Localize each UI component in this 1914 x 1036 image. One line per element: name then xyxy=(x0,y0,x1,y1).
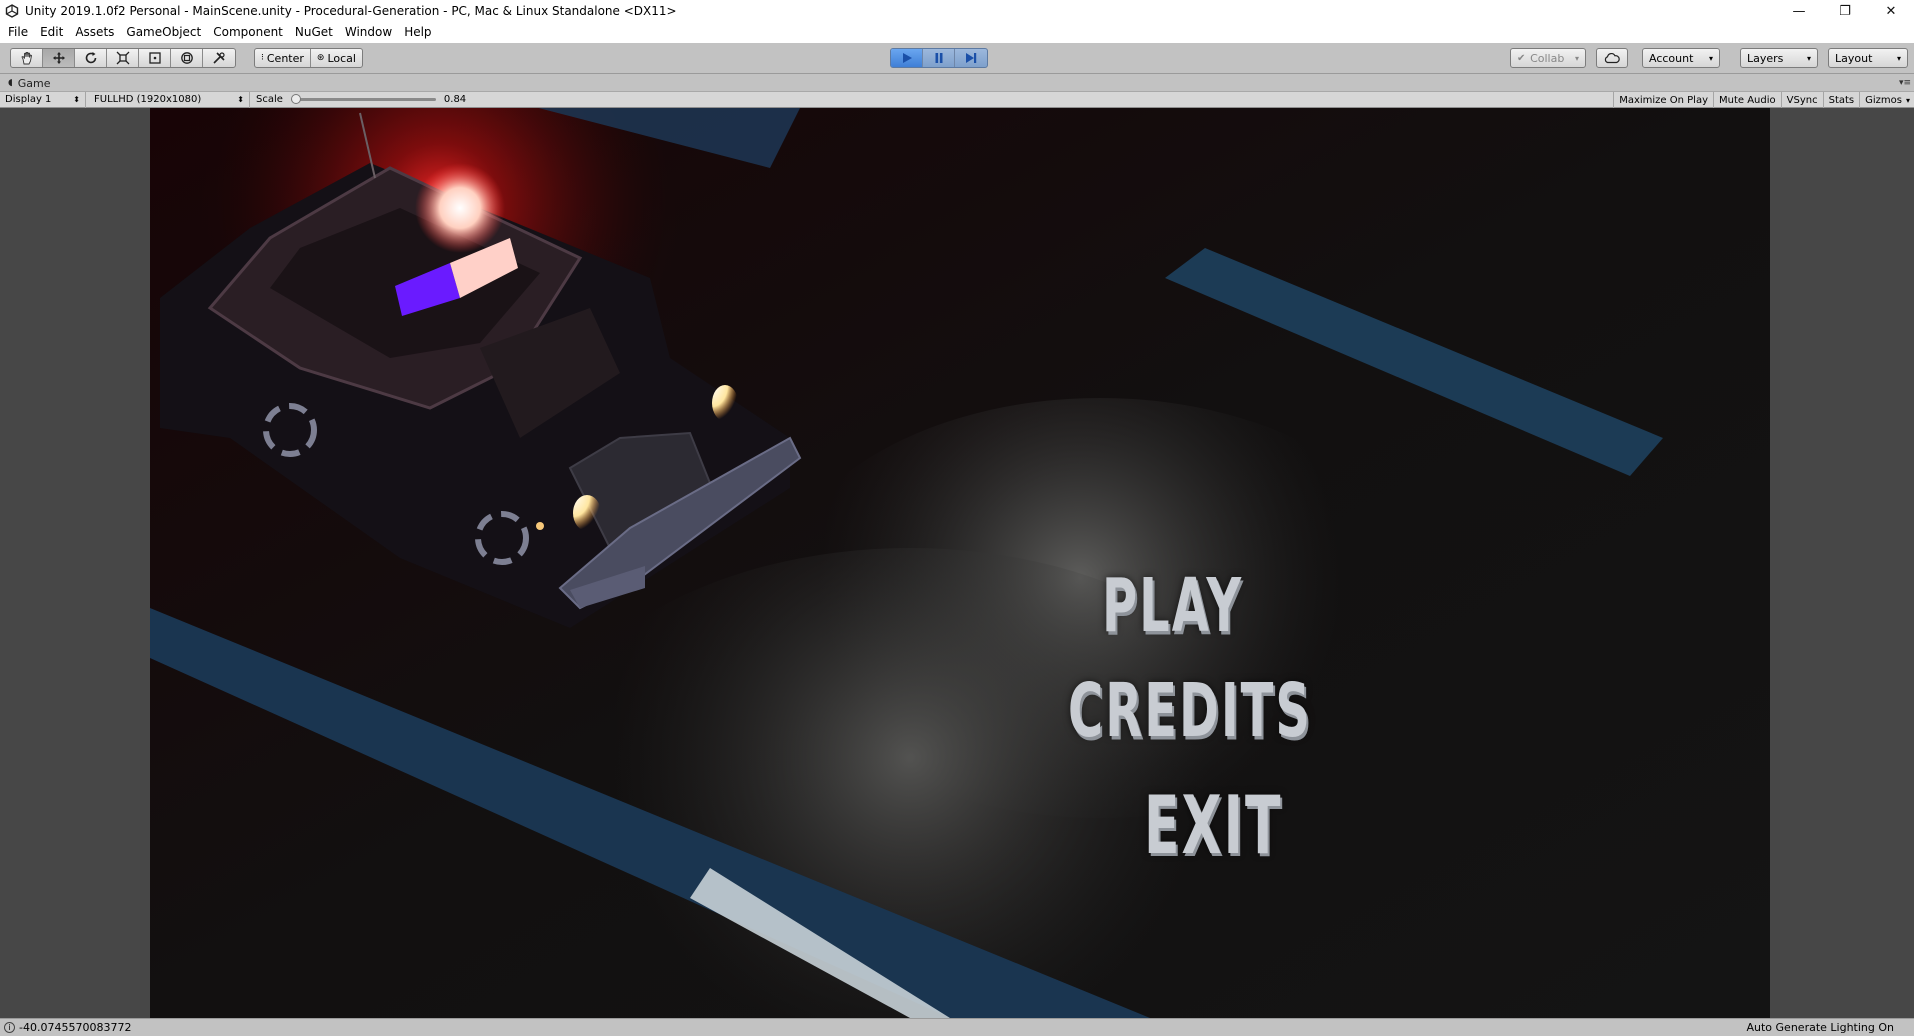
play-button[interactable] xyxy=(891,49,923,67)
stats-toggle[interactable]: Stats xyxy=(1822,92,1860,108)
chevron-down-icon: ▾ xyxy=(1574,53,1579,63)
move-tool-button[interactable] xyxy=(43,49,75,67)
restore-button[interactable]: ❐ xyxy=(1822,0,1868,22)
hand-tool-button[interactable] xyxy=(11,49,43,67)
custom-tool-icon xyxy=(213,52,225,64)
lighting-status: Auto Generate Lighting On xyxy=(1746,1021,1895,1034)
rect-tool-button[interactable] xyxy=(139,49,171,67)
window-title: Unity 2019.1.0f2 Personal - MainScene.un… xyxy=(25,4,677,18)
pause-button[interactable] xyxy=(923,49,955,67)
scale-control: Scale 0.84 xyxy=(250,94,466,105)
display-dropdown[interactable]: Display 1 ⬍ xyxy=(0,91,86,108)
menu-credits-button[interactable]: CREDITS xyxy=(1068,668,1312,755)
account-label: Account xyxy=(1649,51,1694,65)
vsync-toggle[interactable]: VSync xyxy=(1780,92,1823,108)
pivot-center-label: Center xyxy=(266,51,304,65)
chevron-down-icon: ▾ xyxy=(1896,53,1901,63)
status-bar: i -40.0745570083772 Auto Generate Lighti… xyxy=(0,1018,1914,1036)
tab-game-label: Game xyxy=(17,76,51,90)
transform-icon xyxy=(180,52,193,64)
game-scene xyxy=(150,108,1770,1018)
tab-options-icon[interactable]: ▾≡ xyxy=(1899,78,1911,88)
chevron-down-icon: ▾ xyxy=(1708,53,1713,63)
info-icon: i xyxy=(4,1022,15,1033)
scale-slider-thumb[interactable] xyxy=(290,94,301,104)
resolution-label: FULLHD (1920x1080) xyxy=(94,94,202,105)
game-view: PLAY CREDITS EXIT xyxy=(0,108,1914,1018)
window-title-bar: Unity 2019.1.0f2 Personal - MainScene.un… xyxy=(0,0,1914,22)
rotate-tool-button[interactable] xyxy=(75,49,107,67)
menu-nuget[interactable]: NuGet xyxy=(289,22,339,43)
collab-label: Collab xyxy=(1530,51,1565,65)
collab-button[interactable]: ✔ Collab ▾ xyxy=(1510,48,1586,68)
custom-tool-button[interactable] xyxy=(203,49,235,67)
layers-dropdown[interactable]: Layers ▾ xyxy=(1740,48,1818,68)
transform-tools xyxy=(10,48,236,68)
move-icon xyxy=(52,52,65,64)
up-down-arrow-icon: ⬍ xyxy=(237,95,244,104)
game-view-toolbar: Display 1 ⬍ FULLHD (1920x1080) ⬍ Scale 0… xyxy=(0,91,1914,108)
menu-assets[interactable]: Assets xyxy=(69,22,120,43)
account-dropdown[interactable]: Account ▾ xyxy=(1642,48,1720,68)
layers-label: Layers xyxy=(1747,51,1784,65)
menu-exit-button[interactable]: EXIT xyxy=(1144,780,1282,873)
cloud-button[interactable] xyxy=(1596,48,1628,68)
pivot-center-icon: ⁝ xyxy=(261,53,264,63)
maximize-on-play-toggle[interactable]: Maximize On Play xyxy=(1613,92,1713,108)
layout-label: Layout xyxy=(1835,51,1873,65)
menu-play-button[interactable]: PLAY xyxy=(1102,563,1243,650)
minimize-button[interactable]: — xyxy=(1776,0,1822,22)
game-tab-header: ◖ Game ▾≡ xyxy=(0,75,1914,91)
rotate-icon xyxy=(85,52,96,64)
hand-icon xyxy=(20,52,32,65)
play-controls xyxy=(890,48,988,68)
tab-game[interactable]: ◖ Game xyxy=(0,77,51,90)
scale-slider[interactable] xyxy=(290,94,436,104)
close-button[interactable]: ✕ xyxy=(1868,0,1914,22)
gizmos-dropdown[interactable]: Gizmos ▾ xyxy=(1859,92,1914,108)
gizmos-label: Gizmos xyxy=(1865,94,1902,106)
scale-value: 0.84 xyxy=(443,94,467,105)
mute-audio-toggle[interactable]: Mute Audio xyxy=(1713,92,1781,108)
pivot-local-label: Local xyxy=(327,51,356,65)
menu-window[interactable]: Window xyxy=(339,22,398,43)
menu-file[interactable]: File xyxy=(2,22,34,43)
menu-gameobject[interactable]: GameObject xyxy=(120,22,207,43)
game-controller-icon: ◖ xyxy=(8,78,13,88)
scale-icon xyxy=(116,51,129,65)
unity-logo-icon xyxy=(4,3,20,19)
menu-bar: File Edit Assets GameObject Component Nu… xyxy=(0,22,1914,43)
chevron-down-icon: ▾ xyxy=(1806,53,1811,63)
resolution-dropdown[interactable]: FULLHD (1920x1080) ⬍ xyxy=(86,91,250,108)
menu-component[interactable]: Component xyxy=(207,22,289,43)
chevron-down-icon: ▾ xyxy=(1905,95,1910,105)
display-label: Display 1 xyxy=(5,94,52,105)
main-toolbar: ⁝ Center ⊛ Local ✔ Collab ▾ Account ▾ La… xyxy=(0,43,1914,74)
menu-edit[interactable]: Edit xyxy=(34,22,69,43)
status-message[interactable]: -40.0745570083772 xyxy=(19,1021,131,1034)
rect-icon xyxy=(148,52,161,64)
pivot-toggles: ⁝ Center ⊛ Local xyxy=(254,48,363,68)
scale-tool-button[interactable] xyxy=(107,49,139,67)
scale-label: Scale xyxy=(256,94,283,105)
up-down-arrow-icon: ⬍ xyxy=(73,95,80,104)
menu-help[interactable]: Help xyxy=(398,22,437,43)
transform-tool-button[interactable] xyxy=(171,49,203,67)
play-icon xyxy=(902,53,912,63)
game-render-area[interactable]: PLAY CREDITS EXIT xyxy=(150,108,1770,1018)
step-icon xyxy=(966,53,977,63)
collab-check-icon: ✔ xyxy=(1517,52,1526,64)
pivot-local-button[interactable]: ⊛ Local xyxy=(311,49,362,67)
cloud-icon xyxy=(1604,53,1620,64)
pause-icon xyxy=(935,53,942,63)
layout-dropdown[interactable]: Layout ▾ xyxy=(1828,48,1908,68)
step-button[interactable] xyxy=(955,49,987,67)
pivot-center-button[interactable]: ⁝ Center xyxy=(255,49,311,67)
pivot-local-icon: ⊛ xyxy=(316,53,325,63)
